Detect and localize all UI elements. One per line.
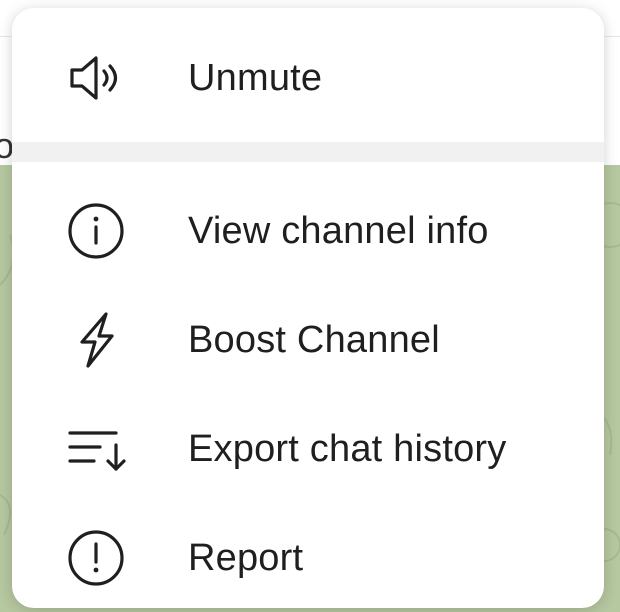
exclamation-circle-icon	[66, 526, 130, 590]
menu-item-unmute[interactable]: Unmute	[12, 28, 604, 128]
menu-item-label: View channel info	[188, 209, 489, 252]
info-icon	[66, 199, 130, 263]
menu-item-boost-channel[interactable]: Boost Channel	[12, 290, 604, 390]
menu-item-label: Report	[188, 536, 304, 579]
menu-item-report[interactable]: Report	[12, 508, 604, 608]
menu-item-label: Boost Channel	[188, 318, 440, 361]
menu-separator	[12, 142, 604, 162]
speaker-icon	[66, 46, 130, 110]
sort-down-icon	[66, 417, 130, 481]
channel-context-menu: Unmute View channel info Boost Channel E…	[12, 8, 604, 608]
menu-item-export-chat-history[interactable]: Export chat history	[12, 399, 604, 499]
menu-item-label: Export chat history	[188, 427, 507, 470]
menu-item-view-channel-info[interactable]: View channel info	[12, 181, 604, 281]
menu-item-label: Unmute	[188, 56, 323, 99]
lightning-icon	[66, 308, 130, 372]
